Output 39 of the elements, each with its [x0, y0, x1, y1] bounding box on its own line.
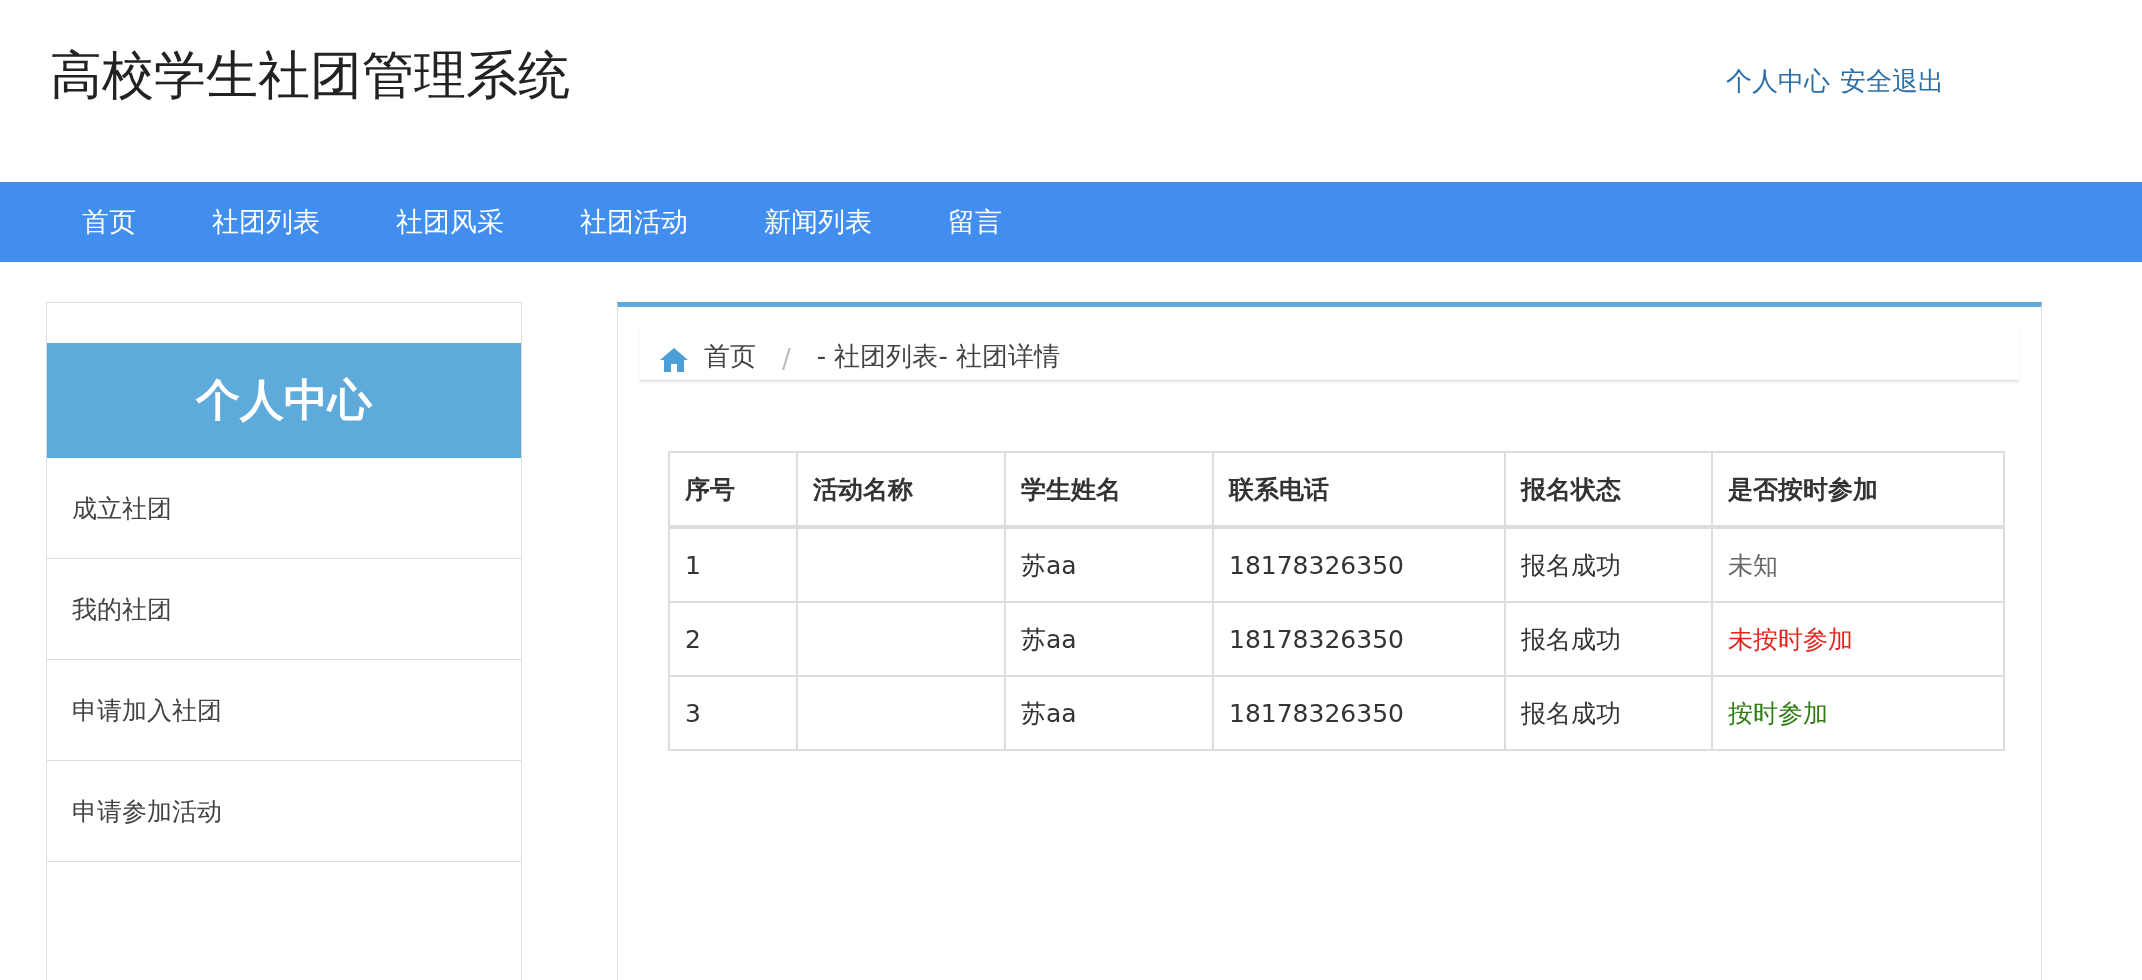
sidebar-item[interactable]: 成立社团	[47, 458, 521, 559]
table-cell: 18178326350	[1213, 602, 1505, 676]
table-cell: 18178326350	[1213, 527, 1505, 602]
column-header: 序号	[669, 452, 797, 527]
nav-link[interactable]: 首页	[82, 204, 136, 240]
site-title: 高校学生社团管理系统	[50, 44, 570, 107]
header-link[interactable]: 安全退出	[1840, 63, 1944, 99]
column-header: 联系电话	[1213, 452, 1505, 527]
sidebar-item[interactable]: 申请加入社团	[47, 660, 521, 761]
nav-link[interactable]: 社团风采	[396, 204, 504, 240]
table-cell: 未知	[1712, 527, 2004, 602]
table-cell: 报名成功	[1505, 602, 1712, 676]
table-cell: 苏aa	[1005, 676, 1213, 750]
sidebar-item[interactable]: 我的社团	[47, 559, 521, 660]
table-cell: 未按时参加	[1712, 602, 2004, 676]
breadcrumb-separator: /	[782, 344, 791, 374]
column-header: 学生姓名	[1005, 452, 1213, 527]
table-cell: 按时参加	[1712, 676, 2004, 750]
table-cell: 2	[669, 602, 797, 676]
column-header: 报名状态	[1505, 452, 1712, 527]
table-cell: 3	[669, 676, 797, 750]
breadcrumb-path: - 社团列表- 社团详情	[816, 340, 1061, 373]
nav-link[interactable]: 新闻列表	[764, 204, 872, 240]
nav-link[interactable]: 留言	[948, 204, 1002, 240]
home-icon	[658, 346, 690, 374]
table-cell: 报名成功	[1505, 527, 1712, 602]
table-cell: 报名成功	[1505, 676, 1712, 750]
column-header: 活动名称	[797, 452, 1005, 527]
table-cell: 1	[669, 527, 797, 602]
nav-link[interactable]: 社团活动	[580, 204, 688, 240]
header-link[interactable]: 个人中心	[1726, 63, 1830, 99]
breadcrumb-link[interactable]: 首页	[704, 339, 756, 374]
table-cell: 18178326350	[1213, 676, 1505, 750]
nav-link[interactable]: 社团列表	[212, 204, 320, 240]
sidebar-title: 个人中心	[47, 343, 521, 458]
table-cell: 苏aa	[1005, 602, 1213, 676]
column-header: 是否按时参加	[1712, 452, 2004, 527]
table-cell: 苏aa	[1005, 527, 1213, 602]
sidebar-item[interactable]: 申请参加活动	[47, 761, 521, 862]
